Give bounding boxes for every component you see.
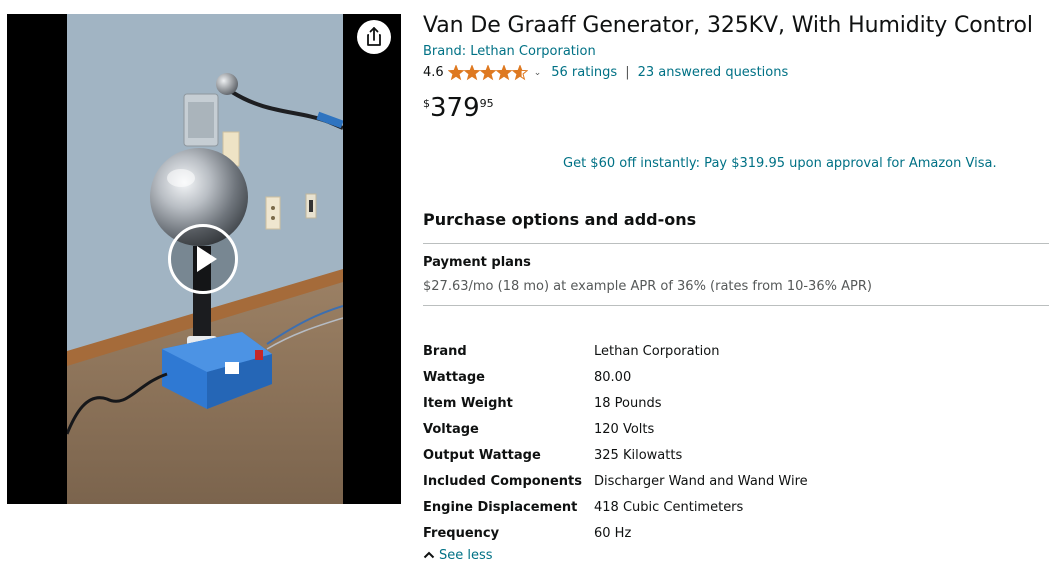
spec-value: 325 Kilowatts	[594, 447, 683, 463]
star-fill	[464, 65, 479, 80]
play-video-button[interactable]	[168, 224, 238, 294]
spec-row-output-wattage: Output Wattage 325 Kilowatts	[423, 442, 808, 468]
payment-plans-title: Payment plans	[423, 255, 531, 270]
purchase-options-heading: Purchase options and add-ons	[423, 210, 697, 229]
ratings-link[interactable]: 56 ratings	[551, 64, 617, 82]
share-button[interactable]	[357, 20, 391, 54]
star-fill	[480, 65, 495, 80]
spec-label: Included Components	[423, 473, 582, 489]
play-icon	[197, 246, 217, 272]
spec-label: Brand	[423, 343, 467, 359]
product-details: Van De Graaff Generator, 325KV, With Hum…	[423, 12, 1049, 562]
spec-value: 18 Pounds	[594, 395, 662, 411]
spec-row-wattage: Wattage 80.00	[423, 364, 808, 390]
product-media-viewer[interactable]	[7, 14, 401, 504]
spec-value: 80.00	[594, 369, 632, 385]
divider	[423, 305, 1049, 306]
see-less-label: See less	[439, 548, 493, 562]
spec-row-engine-displacement: Engine Displacement 418 Cubic Centimeter…	[423, 494, 808, 520]
spec-label: Voltage	[423, 421, 479, 437]
spec-label: Wattage	[423, 369, 485, 385]
spec-label: Item Weight	[423, 395, 513, 411]
spec-value: 120 Volts	[594, 421, 655, 437]
spec-row-frequency: Frequency 60 Hz	[423, 520, 808, 546]
price-symbol: $	[423, 97, 430, 110]
product-title: Van De Graaff Generator, 325KV, With Hum…	[423, 13, 1033, 38]
spec-label: Output Wattage	[423, 447, 541, 463]
payment-plans-text[interactable]: $27.63/mo (18 mo) at example APR of 36% …	[423, 279, 872, 294]
spec-value: Discharger Wand and Wand Wire	[594, 473, 808, 489]
star-fill	[496, 65, 511, 80]
chevron-down-icon[interactable]: ⌄	[534, 64, 542, 82]
price-whole: 379	[430, 93, 480, 123]
spec-row-included-components: Included Components Discharger Wand and …	[423, 468, 808, 494]
price-fraction: 95	[479, 97, 494, 110]
spec-row-item-weight: Item Weight 18 Pounds	[423, 390, 808, 416]
answered-questions-link[interactable]: 23 answered questions	[638, 64, 789, 82]
spec-label: Engine Displacement	[423, 499, 578, 515]
price: $ 379 95	[423, 93, 1049, 127]
rating-value: 4.6	[423, 65, 444, 80]
rating-row: 4.6 ⌄ 56 ratings | 23 answered questions	[423, 63, 1049, 83]
share-icon	[367, 27, 381, 46]
divider	[423, 243, 1049, 244]
star-rating-icon[interactable]	[447, 65, 528, 81]
spec-label: Frequency	[423, 525, 500, 541]
spec-value: Lethan Corporation	[594, 343, 720, 359]
see-less-link[interactable]: See less	[423, 548, 493, 562]
product-specs-table: Brand Lethan Corporation Wattage 80.00 I…	[423, 338, 808, 546]
star-fill	[448, 65, 463, 80]
spec-value: 60 Hz	[594, 525, 632, 541]
spec-value: 418 Cubic Centimeters	[594, 499, 744, 515]
visa-promo-link[interactable]: Get $60 off instantly: Pay $319.95 upon …	[563, 156, 997, 171]
spec-row-voltage: Voltage 120 Volts	[423, 416, 808, 442]
spec-row-brand: Brand Lethan Corporation	[423, 338, 808, 364]
caret-up-icon	[423, 548, 435, 562]
rating-separator: |	[625, 65, 630, 80]
brand-link[interactable]: Brand: Lethan Corporation	[423, 43, 1049, 61]
